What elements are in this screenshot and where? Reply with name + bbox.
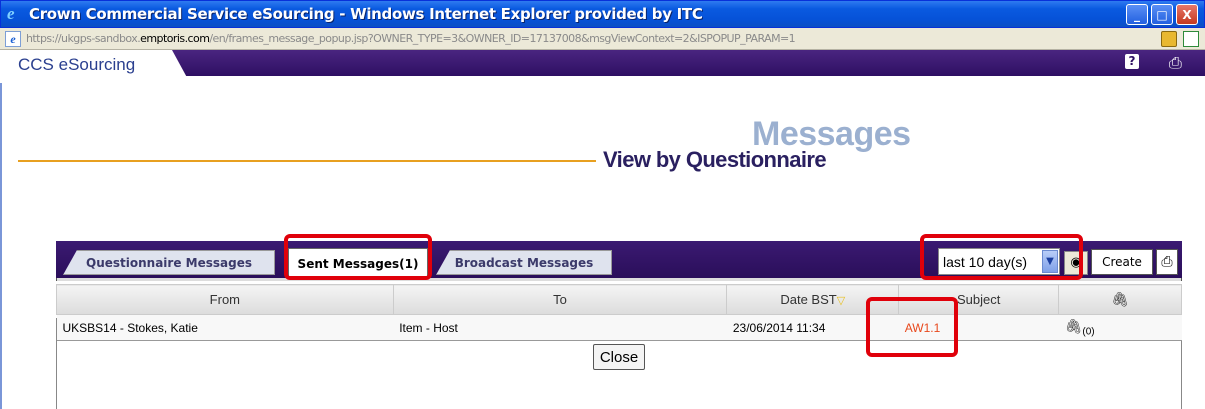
table-row[interactable]: UKSBS14 - Stokes, Katie Item - Host 23/0… bbox=[56, 314, 1182, 341]
window-title: Crown Commercial Service eSourcing - Win… bbox=[29, 5, 703, 23]
page-icon: e bbox=[5, 30, 21, 47]
url-prefix: https://ukgps-sandbox. bbox=[26, 32, 141, 45]
certificate-icon[interactable] bbox=[1183, 31, 1199, 47]
cell-attachments: 🖇(0) bbox=[1058, 314, 1182, 341]
url-text[interactable]: https://ukgps-sandbox.emptoris.com/en/fr… bbox=[26, 32, 1126, 45]
cell-from: UKSBS14 - Stokes, Katie bbox=[56, 314, 394, 341]
ie-logo-icon: e bbox=[7, 4, 15, 23]
col-from[interactable]: From bbox=[56, 284, 394, 315]
col-subject[interactable]: Subject bbox=[898, 284, 1060, 315]
brand-name: CCS eSourcing bbox=[18, 55, 136, 74]
table-header-row: From To Date BST▽ Subject 🖇 bbox=[56, 284, 1182, 315]
heading-rule bbox=[18, 160, 596, 162]
app-header: CCS eSourcing ? ⎙ bbox=[0, 50, 1205, 83]
tab-broadcast-messages[interactable]: Broadcast Messages bbox=[436, 250, 612, 275]
page-title: View by Questionnaire bbox=[603, 147, 827, 172]
window-controls: _ □ X bbox=[1126, 4, 1198, 25]
maximize-icon[interactable]: □ bbox=[1151, 4, 1173, 25]
close-button[interactable]: Close bbox=[593, 344, 645, 370]
url-suffix: /en/frames_message_popup.jsp?OWNER_TYPE=… bbox=[209, 32, 796, 45]
minimize-icon[interactable]: _ bbox=[1126, 4, 1148, 25]
col-date-label: Date BST bbox=[780, 292, 837, 307]
col-to[interactable]: To bbox=[392, 284, 728, 315]
chevron-down-icon[interactable]: ▼ bbox=[1042, 250, 1058, 273]
url-domain: emptoris.com bbox=[140, 32, 210, 45]
period-value: last 10 day(s) bbox=[943, 253, 1028, 270]
close-icon[interactable]: X bbox=[1176, 4, 1198, 25]
print-icon[interactable]: ⎙ bbox=[1156, 249, 1178, 275]
tab-sent-messages[interactable]: Sent Messages(1) bbox=[288, 248, 428, 278]
col-attachments[interactable]: 🖇 bbox=[1058, 284, 1182, 315]
sort-down-icon: ▽ bbox=[836, 295, 846, 307]
messages-table: From To Date BST▽ Subject 🖇 UKSBS14 - St… bbox=[56, 284, 1182, 341]
window-title-bar: e Crown Commercial Service eSourcing - W… bbox=[0, 0, 1205, 28]
address-bar: e https://ukgps-sandbox.emptoris.com/en/… bbox=[0, 28, 1205, 50]
help-icon[interactable]: ? bbox=[1125, 54, 1139, 69]
attachment-count: (0) bbox=[1082, 326, 1095, 338]
period-select[interactable]: last 10 day(s) ▼ bbox=[938, 248, 1060, 275]
tab-questionnaire-messages[interactable]: Questionnaire Messages bbox=[63, 250, 275, 275]
binoculars-icon[interactable]: ◉ bbox=[1064, 251, 1088, 275]
paperclip-icon: 🖇 bbox=[1111, 291, 1129, 307]
lock-icon[interactable] bbox=[1161, 31, 1177, 47]
frame-left-border bbox=[0, 83, 9, 409]
col-date[interactable]: Date BST▽ bbox=[726, 284, 900, 315]
cell-to: Item - Host bbox=[393, 314, 727, 341]
cell-subject-link[interactable]: AW1.1 bbox=[898, 314, 1059, 341]
cell-date: 23/06/2014 11:34 bbox=[726, 314, 899, 341]
paperclip-icon[interactable]: 🖇 bbox=[1065, 318, 1083, 334]
print-icon[interactable]: ⎙ bbox=[1169, 53, 1182, 73]
create-button[interactable]: Create bbox=[1091, 249, 1153, 275]
